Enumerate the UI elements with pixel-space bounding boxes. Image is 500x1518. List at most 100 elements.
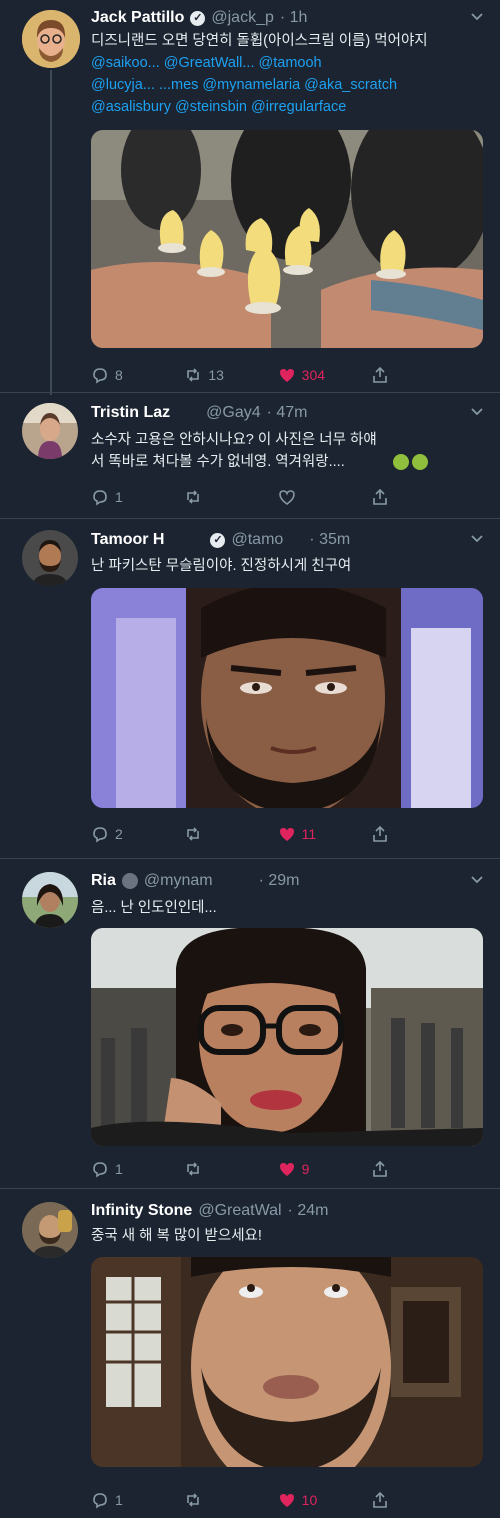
like-button[interactable]: 10 xyxy=(278,1491,328,1509)
chevron-down-icon[interactable] xyxy=(470,405,484,419)
like-button[interactable]: 9 xyxy=(278,1160,328,1178)
avatar[interactable] xyxy=(22,1202,78,1258)
reply-button[interactable]: 1 xyxy=(91,1491,141,1509)
like-count: 11 xyxy=(301,826,317,842)
verified-icon: ✓ xyxy=(190,10,206,26)
timestamp[interactable]: · 24m xyxy=(288,1202,329,1220)
nauseated-emoji-icon xyxy=(411,454,428,471)
mention-list[interactable]: @asalisbury @steinsbin @irregularface xyxy=(91,96,478,118)
share-button[interactable] xyxy=(371,366,421,384)
tweet-actions: 2 11 xyxy=(91,823,421,845)
like-icon xyxy=(278,490,295,505)
reply-count: 1 xyxy=(115,1492,123,1508)
reply-icon xyxy=(93,1493,107,1509)
reply-button[interactable]: 8 xyxy=(91,366,141,384)
divider xyxy=(0,858,500,859)
tweet-actions: 1 10 xyxy=(91,1489,421,1511)
retweet-button[interactable]: 13 xyxy=(184,366,234,384)
handle[interactable]: @GreatWal xyxy=(198,1202,281,1220)
handle[interactable]: @jack_p xyxy=(211,9,274,27)
like-icon xyxy=(279,1494,294,1507)
tweet-text-line: 서 똑바로 쳐다볼 수가 없네영. 역겨워랑.... xyxy=(91,454,345,470)
mention-list[interactable]: @saikoo... @GreatWall... @tamooh xyxy=(91,52,478,74)
display-name[interactable]: Infinity Stone xyxy=(91,1202,192,1220)
display-name[interactable]: Tristin Laz xyxy=(91,404,170,422)
divider xyxy=(0,1188,500,1189)
timestamp[interactable]: · 1h xyxy=(280,9,308,27)
mention-list[interactable]: @lucyja... ...mes @mynamelaria @aka_scra… xyxy=(91,74,478,96)
like-count: 10 xyxy=(301,1492,318,1508)
tweet-actions: 1 xyxy=(91,486,421,508)
verified-icon: ✓ xyxy=(210,532,226,548)
like-icon xyxy=(279,1163,294,1176)
tweet-infinity-stone[interactable]: Infinity Stone @GreatWal · 24m 중국 새 해 복 … xyxy=(0,1190,500,1518)
share-button[interactable] xyxy=(371,1160,421,1178)
handle[interactable]: @tamo xyxy=(231,531,283,549)
like-button[interactable] xyxy=(278,488,328,506)
reply-button[interactable]: 2 xyxy=(91,825,141,843)
like-count: 9 xyxy=(301,1161,310,1177)
retweet-icon xyxy=(187,1162,200,1176)
share-button[interactable] xyxy=(371,488,421,506)
tweet-ria[interactable]: Ria @mynam · 29m 음... 난 인도인인데... 1 9 xyxy=(0,860,500,1190)
like-button[interactable]: 11 xyxy=(278,825,328,843)
thread-line xyxy=(50,70,52,395)
share-icon xyxy=(373,366,387,383)
like-count: 304 xyxy=(301,367,326,383)
like-icon xyxy=(279,828,294,841)
divider xyxy=(0,518,500,519)
tweet-photo[interactable] xyxy=(91,928,483,1146)
avatar[interactable] xyxy=(22,403,78,459)
display-name[interactable]: Jack Pattillo xyxy=(91,9,184,27)
tweet-actions: 8 13 304 xyxy=(91,364,421,386)
tweet-photo[interactable] xyxy=(91,130,483,348)
tweet-tristin[interactable]: Tristin Laz @Gay4 · 47m 소수자 고용은 안하시나요? 이… xyxy=(0,395,500,520)
timestamp[interactable]: · 47m xyxy=(267,404,308,422)
chevron-down-icon[interactable] xyxy=(470,532,484,546)
reply-count: 2 xyxy=(115,826,123,842)
reply-icon xyxy=(93,368,107,384)
handle[interactable]: @mynam xyxy=(144,872,213,890)
reply-button[interactable]: 1 xyxy=(91,1160,141,1178)
display-name[interactable]: Ria xyxy=(91,872,116,890)
like-button[interactable]: 304 xyxy=(278,366,328,384)
tweet-text: 난 파키스탄 무슬림이야. 진정하시게 친구여 xyxy=(91,558,352,574)
reply-count: 1 xyxy=(115,1161,123,1177)
like-icon xyxy=(279,369,294,382)
retweet-button[interactable] xyxy=(184,1160,234,1178)
retweet-icon xyxy=(187,827,200,841)
reply-icon xyxy=(93,1162,107,1178)
nauseated-emoji-icon xyxy=(392,454,409,471)
retweet-icon xyxy=(187,1493,200,1507)
timestamp[interactable]: · 29m xyxy=(259,872,300,890)
tweet-jack[interactable]: Jack Pattillo ✓ @jack_p · 1h 디즈니랜드 오면 당연… xyxy=(0,0,500,395)
share-icon xyxy=(373,1160,387,1177)
share-icon xyxy=(373,1491,387,1508)
tweet-text: 음... 난 인도인인데... xyxy=(91,900,217,916)
retweet-button[interactable] xyxy=(184,488,234,506)
share-button[interactable] xyxy=(371,1491,421,1509)
retweet-button[interactable] xyxy=(184,1491,234,1509)
chevron-down-icon[interactable] xyxy=(470,10,484,24)
tweet-tamoor[interactable]: Tamoor H ✓ @tamo · 35m 난 파키스탄 무슬림이야. 진정하… xyxy=(0,520,500,860)
divider xyxy=(0,392,500,393)
avatar[interactable] xyxy=(22,10,80,68)
reply-count: 1 xyxy=(115,489,123,505)
reply-count: 8 xyxy=(115,367,123,383)
display-name[interactable]: Tamoor H xyxy=(91,531,164,549)
reply-button[interactable]: 1 xyxy=(91,488,141,506)
avatar[interactable] xyxy=(22,872,78,928)
tweet-text-line: 소수자 고용은 안하시나요? 이 사진은 너무 하얘 xyxy=(91,432,377,448)
tweet-actions: 1 9 xyxy=(91,1158,421,1180)
tweet-photo[interactable] xyxy=(91,1257,483,1467)
share-button[interactable] xyxy=(371,825,421,843)
retweet-button[interactable] xyxy=(184,825,234,843)
chevron-down-icon[interactable] xyxy=(470,873,484,887)
share-icon xyxy=(373,825,387,842)
timestamp[interactable]: · 35m xyxy=(309,531,350,549)
tweet-photo[interactable] xyxy=(91,588,483,808)
handle[interactable]: @Gay4 xyxy=(206,404,260,422)
reply-icon xyxy=(93,827,107,843)
avatar[interactable] xyxy=(22,530,78,586)
moon-emoji-icon xyxy=(121,873,138,889)
